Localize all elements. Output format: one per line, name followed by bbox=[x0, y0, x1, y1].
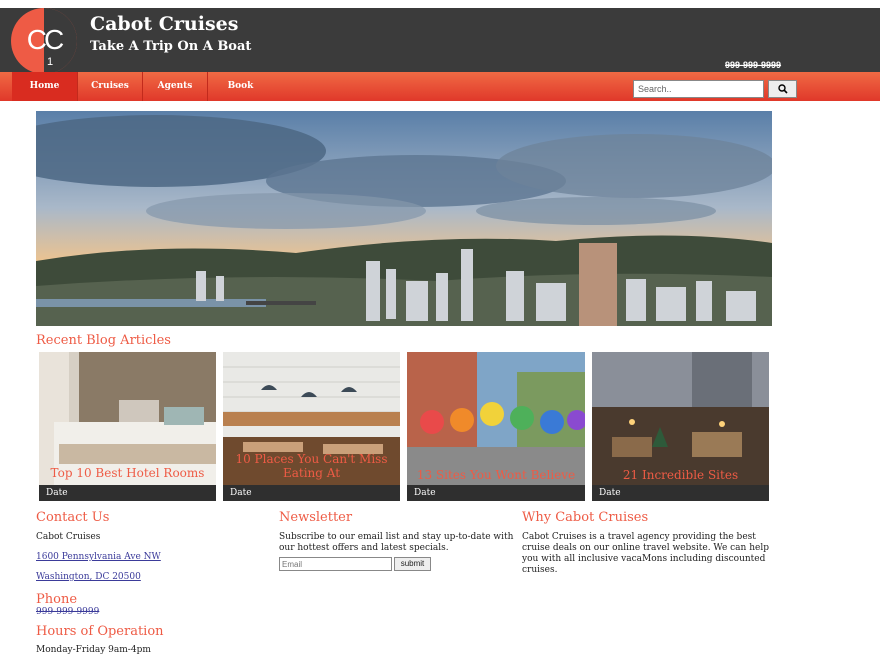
blog-card[interactable]: 10 Places You Can't Miss Eating At Date bbox=[223, 352, 400, 501]
search-input[interactable] bbox=[633, 80, 764, 98]
why-text: Cabot Cruises is a travel agency providi… bbox=[522, 532, 769, 575]
nav-book[interactable]: Book bbox=[208, 72, 273, 101]
city-square-image bbox=[592, 352, 769, 485]
logo[interactable]: CC 1 bbox=[11, 8, 77, 74]
email-field[interactable] bbox=[279, 557, 392, 571]
newsletter-text: Subscribe to our email list and stay up-… bbox=[279, 532, 514, 553]
blog-heading: Recent Blog Articles bbox=[36, 333, 171, 348]
blog-title[interactable]: 10 Places You Can't Miss Eating At bbox=[223, 452, 400, 480]
site-tagline: Take A Trip On A Boat bbox=[90, 39, 252, 54]
blog-card[interactable]: 21 Incredible Sites Date bbox=[592, 352, 769, 501]
header-phone[interactable]: 999-999-9999 bbox=[725, 60, 781, 70]
blog-date: Date bbox=[592, 485, 769, 501]
company-name: Cabot Cruises bbox=[36, 532, 101, 542]
hours-heading: Hours of Operation bbox=[36, 624, 164, 639]
blog-date: Date bbox=[39, 485, 216, 501]
hours-text: Monday-Friday 9am-4pm bbox=[36, 645, 151, 655]
address-line2-link[interactable]: Washington, DC 20500 bbox=[36, 572, 141, 582]
address-line1-link[interactable]: 1600 Pennsylvania Ave NW bbox=[36, 552, 161, 562]
site-header: CC 1 Cabot Cruises Take A Trip On A Boat… bbox=[0, 8, 880, 74]
phone-heading: Phone bbox=[36, 592, 78, 607]
blog-date: Date bbox=[407, 485, 585, 501]
logo-number: 1 bbox=[47, 56, 54, 68]
submit-button[interactable]: submit bbox=[394, 557, 431, 571]
search-icon bbox=[777, 84, 788, 94]
logo-letters: CC bbox=[26, 24, 64, 55]
why-heading: Why Cabot Cruises bbox=[522, 510, 649, 525]
blog-card[interactable]: Top 10 Best Hotel Rooms Date bbox=[39, 352, 216, 501]
pride-parade-image bbox=[407, 352, 585, 485]
blog-title[interactable]: 21 Incredible Sites bbox=[592, 468, 769, 482]
contact-heading: Contact Us bbox=[36, 510, 110, 525]
hero-image bbox=[36, 111, 772, 326]
city-skyline-illustration bbox=[36, 111, 772, 326]
blog-title[interactable]: Top 10 Best Hotel Rooms bbox=[39, 466, 216, 480]
blog-card[interactable]: 13 Sites You Wont Believe Date bbox=[407, 352, 585, 501]
nav-home[interactable]: Home bbox=[12, 72, 77, 101]
nav-agents[interactable]: Agents bbox=[143, 72, 207, 101]
newsletter-heading: Newsletter bbox=[279, 510, 353, 525]
search-button[interactable] bbox=[768, 80, 797, 98]
blog-date: Date bbox=[223, 485, 400, 501]
site-title: Cabot Cruises bbox=[90, 13, 239, 35]
phone-link[interactable]: 999-999-9999 bbox=[36, 607, 99, 617]
blog-title[interactable]: 13 Sites You Wont Believe bbox=[407, 468, 585, 482]
nav-cruises[interactable]: Cruises bbox=[78, 72, 142, 101]
